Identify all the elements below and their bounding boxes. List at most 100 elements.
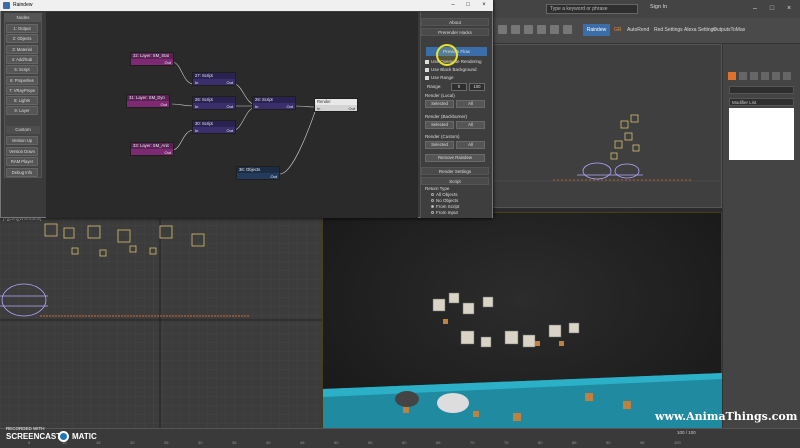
- node-out-port[interactable]: Out: [165, 59, 171, 66]
- autorend-toolbar-button[interactable]: AutoRend: [627, 27, 649, 33]
- custom-button-1[interactable]: Version Up: [6, 136, 38, 145]
- return-from-script-radio[interactable]: From Script: [431, 204, 459, 209]
- node-script-30[interactable]: 30: Script In Out: [192, 120, 236, 134]
- node-objects-36[interactable]: 36: Objects Out: [236, 166, 280, 180]
- node-type-button-5[interactable]: 5: Script: [6, 65, 38, 75]
- return-from-input-radio[interactable]: From Input: [431, 210, 458, 215]
- gr-toolbar-button[interactable]: GR: [614, 27, 622, 33]
- node-out-port[interactable]: Out: [349, 105, 355, 112]
- viewport-camera[interactable]: [322, 212, 723, 429]
- hierarchy-tab-icon[interactable]: [750, 72, 758, 80]
- render-local-all-button[interactable]: All: [456, 100, 485, 108]
- node-in-port[interactable]: In: [195, 127, 198, 134]
- node-out-port[interactable]: Out: [165, 149, 171, 156]
- return-type-label: Return Type: [425, 186, 450, 191]
- red-settings-toolbar-button[interactable]: Red Settings: [654, 27, 683, 33]
- render-local-label: Render (Local): [425, 93, 455, 98]
- render-custom-all-button[interactable]: All: [456, 141, 485, 149]
- raindew-toolbar-button[interactable]: Raindew: [583, 24, 610, 36]
- node-layer-31[interactable]: 31: Layer: SM_Dyn Out: [126, 94, 170, 108]
- node-type-button-4[interactable]: 4: Add/Sub: [6, 54, 38, 64]
- environment-icon[interactable]: [563, 25, 572, 34]
- screencast-logo-icon: [58, 431, 69, 442]
- prerender-hacks-rollout[interactable]: Prerender Hacks: [421, 28, 489, 36]
- node-script-26[interactable]: 26: Script In Out: [192, 96, 236, 110]
- modifier-list-dropdown[interactable]: Modifier List: [729, 98, 794, 106]
- node-layer-33[interactable]: 33: Layer: SM_Anit Out: [130, 142, 174, 156]
- node-script-28[interactable]: 28: Script In Out: [252, 96, 296, 110]
- raindew-close-icon[interactable]: ×: [478, 1, 490, 10]
- render-setup-icon[interactable]: [524, 25, 533, 34]
- custom-button-4[interactable]: Debug Info: [6, 167, 38, 177]
- node-type-button-2[interactable]: 2: Objects: [6, 34, 38, 44]
- node-type-button-8[interactable]: 8: Lights: [6, 96, 38, 106]
- timeline-tick-label: 80: [538, 440, 543, 445]
- timeline-tick-label: 40: [266, 440, 271, 445]
- modify-tab-icon[interactable]: [739, 72, 747, 80]
- node-in-port[interactable]: In: [195, 79, 198, 86]
- about-rollout[interactable]: About: [421, 18, 489, 26]
- range-from-input[interactable]: 0: [451, 83, 467, 91]
- outputs-to-max-toolbar-button[interactable]: OutputsToMax: [713, 27, 745, 33]
- raindew-title-bar[interactable]: Raindew: [0, 0, 493, 11]
- node-out-port[interactable]: Out: [227, 103, 233, 110]
- return-all-objects-radio[interactable]: All Objects: [431, 192, 458, 197]
- use-range-checkbox[interactable]: Use Range: [425, 75, 454, 80]
- script-rollout[interactable]: Script: [421, 177, 489, 185]
- render-frame-icon[interactable]: [511, 25, 520, 34]
- render-backburner-all-button[interactable]: All: [456, 121, 485, 129]
- motion-tab-icon[interactable]: [761, 72, 769, 80]
- recorded-with-label: RECORDED WITH: [6, 426, 45, 431]
- display-tab-icon[interactable]: [772, 72, 780, 80]
- custom-button-2[interactable]: Version Down: [6, 146, 38, 156]
- return-no-objects-radio[interactable]: No Objects: [431, 198, 458, 203]
- create-tab-icon[interactable]: [728, 72, 736, 80]
- node-render[interactable]: Render In Out: [314, 98, 358, 112]
- timeline-tick-label: 25: [164, 440, 169, 445]
- object-name-field[interactable]: [729, 86, 794, 94]
- render-local-selected-button[interactable]: Selected: [425, 100, 454, 108]
- viewport-left[interactable]: [0, 216, 322, 428]
- custom-header: Custom: [6, 126, 40, 134]
- material-editor-icon[interactable]: [550, 25, 559, 34]
- render-custom-selected-button[interactable]: Selected: [425, 141, 454, 149]
- sign-in-link[interactable]: Sign In: [650, 4, 667, 10]
- utilities-tab-icon[interactable]: [783, 72, 791, 80]
- render-icon[interactable]: [537, 25, 546, 34]
- node-type-button-3[interactable]: 3: Material: [6, 44, 38, 54]
- range-to-input[interactable]: 100: [469, 83, 485, 91]
- close-icon[interactable]: ×: [784, 3, 794, 14]
- custom-button-3[interactable]: RAM Player: [6, 157, 38, 166]
- remove-raindew-button[interactable]: Remove Raindew: [425, 154, 485, 162]
- node-type-button-1[interactable]: 1: Output: [6, 24, 38, 33]
- node-graph[interactable]: 32: Layer: SM_Stat Out 31: Layer: SM_Dyn…: [46, 12, 418, 218]
- node-in-port[interactable]: In: [255, 103, 258, 110]
- viewport-left-grid: [0, 216, 322, 428]
- modifier-stack[interactable]: [729, 108, 794, 160]
- use-black-bg-checkbox[interactable]: Use Black Background: [425, 67, 477, 72]
- viewport-perspective[interactable]: [492, 44, 723, 208]
- search-input[interactable]: Type a keyword or phrase: [546, 4, 638, 14]
- render-settings-rollout[interactable]: Render Settings: [421, 167, 489, 175]
- node-out-port[interactable]: Out: [161, 101, 167, 108]
- node-type-button-7[interactable]: 7: VRayProps: [6, 85, 38, 95]
- node-out-port[interactable]: Out: [287, 103, 293, 110]
- render-custom-label: Render (Custom): [425, 134, 460, 139]
- minimize-icon[interactable]: –: [750, 3, 760, 14]
- raindew-maximize-icon[interactable]: □: [462, 1, 474, 10]
- raindew-minimize-icon[interactable]: –: [447, 1, 459, 10]
- node-out-port[interactable]: Out: [271, 173, 277, 180]
- node-layer-32[interactable]: 32: Layer: SM_Stat Out: [130, 52, 174, 66]
- alexa-settings-toolbar-button[interactable]: Alexa Settings: [684, 27, 716, 33]
- node-script-27[interactable]: 27: Script In Out: [192, 72, 236, 86]
- node-type-button-9[interactable]: 9: Layer: [6, 106, 38, 116]
- node-type-button-6[interactable]: 6: Properties: [6, 75, 38, 85]
- maximize-icon[interactable]: □: [767, 3, 777, 14]
- node-in-port[interactable]: In: [195, 103, 198, 110]
- node-out-port[interactable]: Out: [227, 79, 233, 86]
- node-out-port[interactable]: Out: [227, 127, 233, 134]
- raindew-logo-icon: [3, 2, 10, 9]
- render-backburner-selected-button[interactable]: Selected: [425, 121, 454, 129]
- node-in-port[interactable]: In: [317, 105, 320, 112]
- teapot-icon[interactable]: [498, 25, 507, 34]
